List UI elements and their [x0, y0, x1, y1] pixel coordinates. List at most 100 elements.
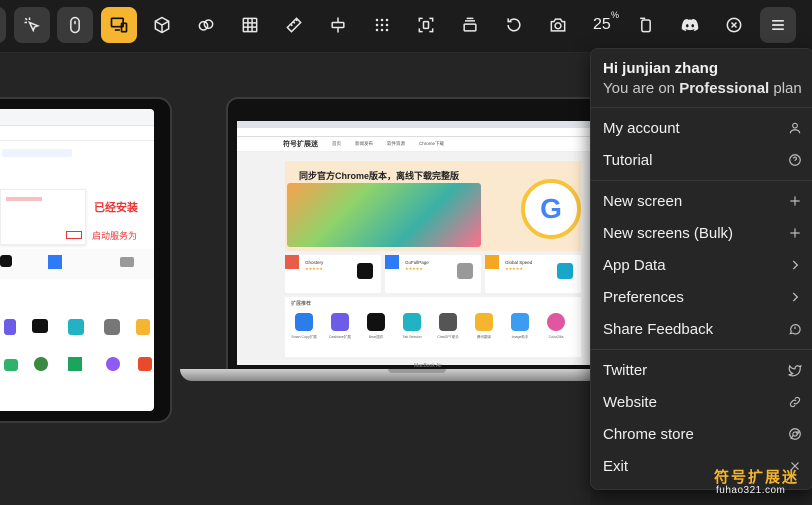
- plus-icon: [787, 225, 803, 241]
- layers-icon[interactable]: [452, 7, 488, 43]
- menu-item-label: Website: [603, 393, 657, 411]
- zoom-unit: %: [611, 10, 620, 20]
- grid-item-label: ChatGPT助手: [437, 335, 459, 339]
- site-card: Global Speed ★★★★★: [485, 255, 581, 293]
- cube-icon[interactable]: [144, 7, 180, 43]
- grid-title: 扩展推荐: [291, 301, 312, 307]
- menu-item-label: Chrome store: [603, 425, 694, 443]
- account-header: Hi junjian zhang You are on Professional…: [591, 49, 812, 108]
- grid-item-label: 腾讯翻译: [477, 335, 491, 339]
- rotate-icon[interactable]: [496, 7, 532, 43]
- overlap-icon[interactable]: [188, 7, 224, 43]
- user-icon: [787, 120, 803, 136]
- laptop-notch: [388, 369, 446, 373]
- menu-item-label: Twitter: [603, 361, 648, 379]
- menu-item-app-data[interactable]: App Data: [591, 249, 812, 281]
- menu-icon[interactable]: [760, 7, 796, 43]
- menu-item-label: Preferences: [603, 288, 684, 306]
- menu-section-account: My account Tutorial: [591, 108, 812, 181]
- discord-icon[interactable]: [672, 7, 708, 43]
- tablet-device[interactable]: 已经安装 启动服务为: [0, 97, 172, 423]
- browser-urlbar: [237, 128, 593, 137]
- ruler-icon[interactable]: [276, 7, 312, 43]
- grid-icon[interactable]: [232, 7, 268, 43]
- grid-item-label: Smart Copy扩展: [291, 335, 317, 339]
- card-rating: ★★★★★: [405, 266, 423, 271]
- site-extension-grid: 扩展推荐 Smart Copy扩展 Dashlane扩展 Bear插件 Tab …: [285, 297, 581, 357]
- grid-item-label: Bear插件: [368, 335, 384, 339]
- chevron-right-icon: [787, 257, 803, 273]
- browser-tabbar: [237, 121, 593, 128]
- card-rating: ★★★★★: [305, 266, 323, 271]
- laptop-screen: 符号扩展迷 首页 新闻发布 软件资源 Chrome下载 同步官方Chrome版本…: [237, 121, 593, 365]
- menu-item-label: My account: [603, 119, 680, 137]
- partial-button[interactable]: [0, 7, 6, 43]
- menu-item-label: App Data: [603, 256, 666, 274]
- grid-item-label: Image助手: [511, 335, 529, 339]
- watermark-text: 符号扩展迷: [714, 469, 800, 486]
- mouse-icon[interactable]: [57, 7, 93, 43]
- site-card: Ghostery ★★★★★: [285, 255, 381, 293]
- align-icon[interactable]: [320, 7, 356, 43]
- grid-item-label: Dashlane扩展: [329, 335, 351, 339]
- menu-item-new-screen[interactable]: New screen: [591, 185, 812, 217]
- menu-item-twitter[interactable]: Twitter: [591, 354, 812, 386]
- main-menu-dropdown: Hi junjian zhang You are on Professional…: [590, 48, 812, 490]
- site-logo: 符号扩展迷: [283, 141, 318, 148]
- plan-suffix: plan: [769, 80, 802, 97]
- twitter-icon: [787, 362, 803, 378]
- laptop-model-label: MacBook Air: [414, 363, 443, 369]
- menu-item-new-screens-bulk[interactable]: New screens (Bulk): [591, 217, 812, 249]
- plan-info: You are on Professional plan: [603, 80, 802, 97]
- grid-item-label: ColorZilla: [548, 335, 564, 339]
- menu-item-label: Share Feedback: [603, 320, 714, 338]
- chrome-icon: [787, 426, 803, 442]
- site-nav-item: 新闻发布: [355, 141, 373, 146]
- menu-item-website[interactable]: Website: [591, 386, 812, 418]
- menu-item-my-account[interactable]: My account: [591, 112, 812, 144]
- user-greeting: Hi junjian zhang: [603, 60, 718, 77]
- menu-item-tutorial[interactable]: Tutorial: [591, 144, 812, 176]
- site-nav-item: 软件资源: [387, 141, 405, 146]
- camera-icon[interactable]: [540, 7, 576, 43]
- banner-screenshot: [287, 183, 481, 247]
- device-switch-icon[interactable]: [101, 7, 137, 43]
- banner-title: 同步官方Chrome版本，离线下载完整版: [299, 171, 460, 181]
- menu-item-label: New screen: [603, 192, 683, 210]
- rotate-device-icon[interactable]: [628, 7, 664, 43]
- zoom-value[interactable]: 25: [593, 16, 611, 34]
- card-title: GoFullPage: [405, 260, 429, 265]
- dots-grid-icon[interactable]: [364, 7, 400, 43]
- site-nav-item: Chrome下载: [419, 141, 445, 146]
- menu-item-share-feedback[interactable]: Share Feedback: [591, 313, 812, 345]
- laptop-device[interactable]: 符号扩展迷 首页 新闻发布 软件资源 Chrome下载 同步官方Chrome版本…: [226, 97, 604, 373]
- card-rating: ★★★★★: [505, 266, 523, 271]
- site-banner: 同步官方Chrome版本，离线下载完整版 G: [285, 161, 581, 251]
- site-cards: Ghostery ★★★★★ GoFullPage ★★★★★ Global S…: [285, 255, 581, 293]
- focus-icon[interactable]: [408, 7, 444, 43]
- menu-item-label: Exit: [603, 457, 629, 475]
- card-title: Ghostery: [305, 260, 324, 265]
- feedback-icon: [787, 321, 803, 337]
- close-circle-icon[interactable]: [716, 7, 752, 43]
- plan-prefix: You are on: [603, 80, 680, 97]
- menu-item-preferences[interactable]: Preferences: [591, 281, 812, 313]
- link-icon: [787, 394, 803, 410]
- site-card: GoFullPage ★★★★★: [385, 255, 481, 293]
- menu-item-label: Tutorial: [603, 151, 653, 169]
- chevron-right-icon: [787, 289, 803, 305]
- pointer-icon[interactable]: [14, 7, 50, 43]
- tablet-red-text: 已经安装: [94, 202, 138, 214]
- tablet-screen: 已经安装 启动服务为: [0, 109, 154, 411]
- menu-section-actions: New screen New screens (Bulk) App Data P…: [591, 181, 812, 350]
- menu-item-chrome-store[interactable]: Chrome store: [591, 418, 812, 450]
- google-logo-icon: G: [521, 179, 581, 239]
- grid-item-label: Tab Session: [402, 335, 422, 339]
- site-nav-item: 首页: [332, 141, 341, 146]
- tablet-red-text-2: 启动服务为: [92, 231, 138, 241]
- watermark-url: fuhao321.com: [716, 485, 786, 496]
- toolbar: 25 %: [0, 0, 812, 53]
- menu-item-label: New screens (Bulk): [603, 224, 734, 242]
- card-title: Global Speed: [505, 260, 533, 265]
- plan-name: Professional: [679, 80, 770, 97]
